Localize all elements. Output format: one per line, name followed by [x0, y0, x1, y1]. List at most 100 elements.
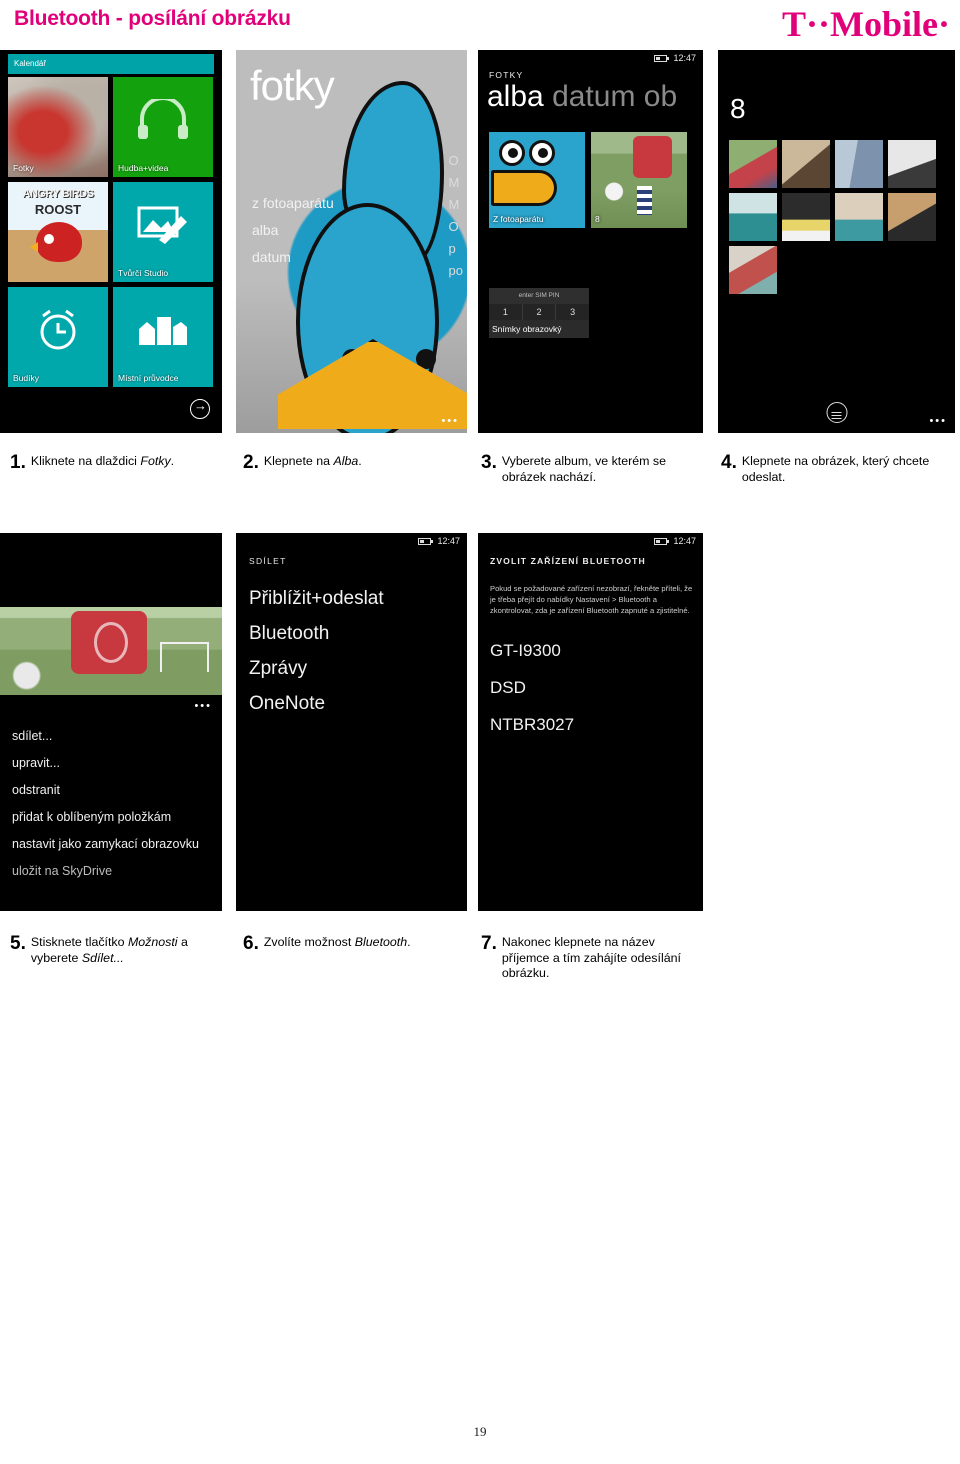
list-menu-icon[interactable]	[826, 402, 847, 423]
step-3: 3. Vyberete album, ve kterém se obrázek …	[481, 452, 696, 485]
tile-kalendar-label: Kalendář	[14, 59, 47, 68]
tmobile-logo: T··Mobile·	[781, 4, 950, 44]
tile-kalendar[interactable]: Kalendář	[8, 54, 214, 74]
album-title: 8	[730, 93, 746, 124]
step-text: Kliknete na dlaždici Fotky.	[30, 454, 175, 468]
step-text: Klepnete na obrázek, který chcete odesla…	[741, 454, 930, 484]
context-menu-list: sdílet... upravit... odstranit přidat k …	[12, 729, 220, 891]
photo-thumbnail[interactable]	[835, 140, 883, 188]
hub-menu-item-z-fotoaparatu[interactable]: z fotoaparátu	[252, 190, 334, 217]
ellipsis-icon[interactable]: •••	[929, 415, 947, 427]
goal-shape	[159, 642, 209, 673]
hub-title: fotky	[250, 62, 335, 109]
photo-thumbnail[interactable]	[888, 140, 936, 188]
ellipsis-icon[interactable]: •••	[441, 415, 459, 427]
context-menu-item-sdilet[interactable]: sdílet...	[12, 729, 220, 743]
step-number: 5.	[10, 933, 26, 954]
status-bar: 12:47	[236, 533, 467, 549]
tile-row: ANGRY BIRDS ROOST Tvůrčí Studio	[8, 182, 214, 282]
alarm-clock-icon	[40, 309, 76, 350]
document-page: Bluetooth - posílání obrázku T··Mobile· …	[0, 0, 960, 1464]
tile-fotky[interactable]: Fotky	[8, 77, 108, 177]
share-item-zpravy[interactable]: Zprávy	[249, 658, 384, 680]
photo-thumbnail[interactable]	[729, 193, 777, 241]
tile-budiky-label: Budíky	[13, 373, 39, 383]
album-caption: 8	[595, 214, 600, 224]
photo-thumbnail[interactable]	[729, 140, 777, 188]
step-number: 6.	[243, 933, 259, 954]
pivot-active-alba[interactable]: alba	[487, 80, 544, 113]
context-menu-item-oblibene[interactable]: přidat k oblíbeným položkám	[12, 810, 220, 824]
status-bar: 12:47	[478, 533, 703, 549]
album-caption: Snímky obrazovký	[489, 320, 589, 338]
hub-offscreen-4: p	[448, 241, 456, 256]
context-menu-item-skydrive[interactable]: uložit na SkyDrive	[12, 864, 220, 878]
screenshot-album-8: 8 •••	[718, 50, 955, 433]
step-text: Klepnete na Alba.	[263, 454, 362, 468]
photo-grid	[729, 140, 941, 294]
photo-thumbnail[interactable]	[888, 193, 936, 241]
step-number: 7.	[481, 933, 497, 954]
hub-offscreen-3: O	[448, 219, 459, 234]
hub-offscreen-0: O	[448, 153, 459, 168]
tile-mistni-pruvodce[interactable]: Místní průvodce	[113, 287, 213, 387]
page-number: 19	[473, 1424, 487, 1439]
step-4: 4. Klepnete na obrázek, který chcete ode…	[721, 452, 946, 485]
pin-digits-row: 1 2 3	[489, 304, 589, 320]
step-2: 2. Klepnete na Alba.	[243, 453, 458, 472]
battery-icon	[418, 537, 434, 545]
photo-thumbnail[interactable]	[782, 140, 830, 188]
device-item-dsd[interactable]: DSD	[490, 678, 574, 698]
tile-angry-birds[interactable]: ANGRY BIRDS ROOST	[8, 182, 108, 282]
status-time: 12:47	[437, 536, 460, 546]
photo-thumbnail[interactable]	[729, 246, 777, 294]
hub-menu-item-datum[interactable]: datum	[252, 244, 334, 271]
album-8[interactable]: 8	[591, 132, 687, 228]
status-bar: 12:47	[478, 50, 703, 66]
tile-tvurci-studio[interactable]: Tvůrčí Studio	[113, 182, 213, 282]
step-6: 6. Zvolíte možnost Bluetooth.	[243, 933, 458, 954]
pin-digit-2: 2	[523, 304, 557, 320]
device-item-gt-i9300[interactable]: GT-I9300	[490, 641, 574, 661]
share-item-onenote[interactable]: OneNote	[249, 693, 384, 715]
pin-digit-1: 1	[489, 304, 523, 320]
arrow-right-icon[interactable]	[190, 398, 210, 419]
step-number: 1.	[10, 452, 26, 473]
photo-preview[interactable]	[0, 607, 222, 695]
context-menu-item-upravit[interactable]: upravit...	[12, 756, 220, 770]
photo-thumbnail[interactable]	[835, 193, 883, 241]
tile-budiky[interactable]: Budíky	[8, 287, 108, 387]
context-menu-item-odstranit[interactable]: odstranit	[12, 783, 220, 797]
album-z-fotoaparatu[interactable]: Z fotoaparátu	[489, 132, 585, 228]
screenshot-fotky-hub: fotky z fotoaparátu alba datum O M M O p…	[236, 50, 467, 433]
share-item-bluetooth[interactable]: Bluetooth	[249, 623, 384, 645]
tile-hudba-videa[interactable]: Hudba+videa	[113, 77, 213, 177]
device-item-ntbr3027[interactable]: NTBR3027	[490, 715, 574, 735]
tile-studio-label: Tvůrčí Studio	[118, 268, 169, 278]
step-number: 3.	[481, 452, 497, 473]
pin-header-label: enter SIM PIN	[489, 288, 589, 304]
page-header-label: ZVOLIT ZAŘÍZENÍ BLUETOOTH	[490, 556, 646, 566]
pivot-inactive-datum[interactable]: datum ob	[552, 80, 677, 113]
tile-fotky-label: Fotky	[13, 163, 34, 173]
hint-text: Pokud se požadované zařízení nezobrazí, …	[490, 584, 693, 615]
pin-digit-3: 3	[570, 307, 576, 317]
status-time: 12:47	[673, 536, 696, 546]
album-snimky-obrazovky[interactable]: enter SIM PIN 1 2 3 Snímky obrazovký	[489, 288, 589, 338]
bird-pupil-left	[508, 148, 518, 158]
screenshot-sdilet: 12:47 SDÍLET Přiblížit+odeslat Bluetooth…	[236, 533, 467, 911]
photo-thumbnail[interactable]	[782, 193, 830, 241]
page-title: Bluetooth - posílání obrázku	[14, 7, 291, 30]
headphones-icon	[138, 99, 188, 139]
screenshot-bluetooth-devices: 12:47 ZVOLIT ZAŘÍZENÍ BLUETOOTH Pokud se…	[478, 533, 703, 911]
status-time: 12:47	[673, 53, 696, 63]
share-item-priblizit-odeslat[interactable]: Přiblížit+odeslat	[249, 588, 384, 610]
context-menu-item-zamykaci[interactable]: nastavit jako zamykací obrazovku	[12, 837, 220, 851]
hub-menu-item-alba[interactable]: alba	[252, 217, 334, 244]
ellipsis-icon[interactable]: •••	[194, 700, 212, 712]
battery-icon	[654, 537, 670, 545]
hub-offscreen-2: M	[448, 197, 460, 212]
step-7: 7. Nakonec klepnete na název příjemce a …	[481, 933, 696, 982]
step-text: Vyberete album, ve kterém se obrázek nac…	[501, 454, 666, 484]
step-number: 4.	[721, 452, 737, 473]
